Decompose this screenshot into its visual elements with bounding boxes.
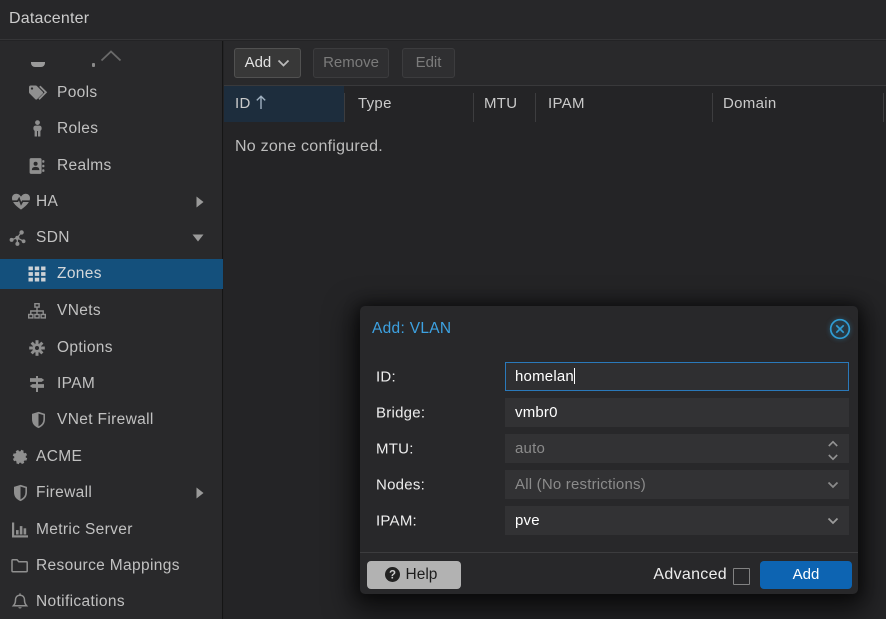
- svg-text:?: ?: [389, 569, 396, 581]
